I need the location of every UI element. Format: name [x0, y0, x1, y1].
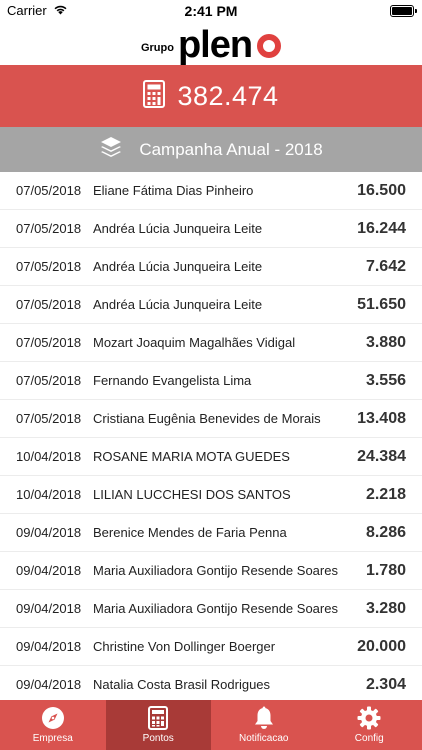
- entry-date: 07/05/2018: [16, 335, 82, 350]
- entry-date: 09/04/2018: [16, 601, 82, 616]
- entry-date: 07/05/2018: [16, 259, 82, 274]
- layers-icon: [99, 135, 123, 164]
- list-item[interactable]: 09/04/2018 Maria Auxiliadora Gontijo Rese…: [0, 590, 422, 628]
- entry-name: Andréa Lúcia Junqueira Leite: [93, 221, 263, 236]
- entry-date: 07/05/2018: [16, 297, 82, 312]
- calculator-icon: [148, 706, 169, 730]
- entry-date: 09/04/2018: [16, 563, 82, 578]
- list-item[interactable]: 10/04/2018 LILIAN LUCCHESI DOS SANTOS 2.21…: [0, 476, 422, 514]
- entry-date: 10/04/2018: [16, 487, 82, 502]
- entry-name: Maria Auxiliadora Gontijo Resende Soares: [93, 601, 338, 616]
- status-time: 2:41 PM: [184, 3, 238, 19]
- tab-notificacao-label: Notificacao: [239, 733, 289, 744]
- entry-date: 07/05/2018: [16, 221, 82, 236]
- logo-bar: Grupo plen: [0, 22, 422, 64]
- entry-value: 3.880: [365, 333, 406, 351]
- list-item[interactable]: 10/04/2018 ROSANE MARIA MOTA GUEDES 24.384: [0, 438, 422, 476]
- entry-date: 09/04/2018: [16, 525, 82, 540]
- entry-value: 7.642: [365, 257, 406, 275]
- battery-icon: [390, 5, 417, 17]
- list-item[interactable]: 09/04/2018 Maria Auxiliadora Gontijo Rese…: [0, 552, 422, 590]
- entry-value: 13.408: [357, 409, 406, 427]
- compass-icon: [41, 706, 65, 730]
- bell-icon: [253, 706, 275, 730]
- entry-value: 20.000: [357, 637, 406, 655]
- logo-ring-icon: [257, 34, 282, 58]
- entry-date: 07/05/2018: [16, 373, 82, 388]
- entry-name: Eliane Fátima Dias Pinheiro: [93, 183, 254, 198]
- entry-name: Fernando Evangelista Lima: [93, 373, 252, 388]
- points-total-value: 382.474: [177, 80, 279, 111]
- logo-small-text: Grupo: [140, 42, 174, 54]
- entry-name: Berenice Mendes de Faria Penna: [93, 525, 287, 540]
- status-bar: Carrier 2:41 PM: [0, 0, 422, 22]
- entry-name: Natalia Costa Brasil Rodrigues: [93, 677, 271, 692]
- entry-date: 09/04/2018: [16, 639, 82, 654]
- entry-value: 16.244: [357, 219, 406, 237]
- entry-value: 3.556: [365, 371, 406, 389]
- list-item[interactable]: 07/05/2018 Fernando Evangelista Lima 3.556: [0, 362, 422, 400]
- campaign-title: Campanha Anual - 2018: [139, 139, 323, 159]
- calculator-icon: [143, 79, 166, 113]
- entry-name: Christine Von Dollinger Boerger: [93, 639, 276, 654]
- list-item[interactable]: 09/04/2018 Natalia Costa Brasil Rodrigues…: [0, 666, 422, 700]
- gear-icon: [357, 706, 381, 730]
- list-item[interactable]: 07/05/2018 Andréa Lúcia Junqueira Leite 7.…: [0, 248, 422, 286]
- logo: Grupo plen: [140, 24, 282, 66]
- entry-date: 07/05/2018: [16, 411, 82, 426]
- tab-pontos-label: Pontos: [142, 733, 174, 744]
- list-item[interactable]: 07/05/2018 Cristiana Eugênia Benevides de…: [0, 400, 422, 438]
- entry-value: 2.218: [365, 485, 406, 503]
- tab-bar: Empresa Pontos Notificacao Config: [0, 700, 422, 750]
- entry-value: 51.650: [357, 295, 406, 313]
- entry-name: Mozart Joaquim Magalhães Vidigal: [93, 335, 296, 350]
- entry-value: 8.286: [365, 523, 406, 541]
- entry-value: 2.304: [365, 675, 406, 693]
- entry-value: 24.384: [357, 447, 406, 465]
- tab-config[interactable]: Config: [317, 700, 422, 750]
- tab-empresa-label: Empresa: [32, 733, 73, 744]
- entry-name: Cristiana Eugênia Benevides de Morais: [93, 411, 321, 426]
- points-list[interactable]: 07/05/2018 Eliane Fátima Dias Pinheiro 16.…: [0, 172, 422, 700]
- list-item[interactable]: 07/05/2018 Andréa Lúcia Junqueira Leite 51…: [0, 286, 422, 324]
- entry-date: 07/05/2018: [16, 183, 82, 198]
- points-total-bar: 382.474: [0, 65, 422, 127]
- entry-value: 1.780: [365, 561, 406, 579]
- tab-pontos[interactable]: Pontos: [105, 700, 211, 750]
- list-item[interactable]: 09/04/2018 Christine Von Dollinger Boerge…: [0, 628, 422, 666]
- tab-empresa[interactable]: Empresa: [0, 700, 106, 750]
- list-item[interactable]: 09/04/2018 Berenice Mendes de Faria Penna…: [0, 514, 422, 552]
- tab-config-label: Config: [354, 733, 384, 744]
- entry-name: ROSANE MARIA MOTA GUEDES: [93, 449, 290, 464]
- list-item[interactable]: 07/05/2018 Andréa Lúcia Junqueira Leite 16…: [0, 210, 422, 248]
- entry-date: 10/04/2018: [16, 449, 82, 464]
- entry-name: Maria Auxiliadora Gontijo Resende Soares: [93, 563, 338, 578]
- list-item[interactable]: 07/05/2018 Mozart Joaquim Magalhães Vidig…: [0, 324, 422, 362]
- campaign-selector[interactable]: Campanha Anual - 2018: [0, 127, 422, 172]
- entry-name: Andréa Lúcia Junqueira Leite: [93, 259, 263, 274]
- tab-notificacao[interactable]: Notificacao: [211, 700, 317, 750]
- logo-big-text: plen: [177, 24, 253, 66]
- entry-name: Andréa Lúcia Junqueira Leite: [93, 297, 263, 312]
- entry-value: 16.500: [357, 181, 406, 199]
- entry-value: 3.280: [365, 599, 406, 617]
- entry-name: LILIAN LUCCHESI DOS SANTOS: [93, 487, 291, 502]
- list-item[interactable]: 07/05/2018 Eliane Fátima Dias Pinheiro 16.…: [0, 172, 422, 210]
- entry-date: 09/04/2018: [16, 677, 82, 692]
